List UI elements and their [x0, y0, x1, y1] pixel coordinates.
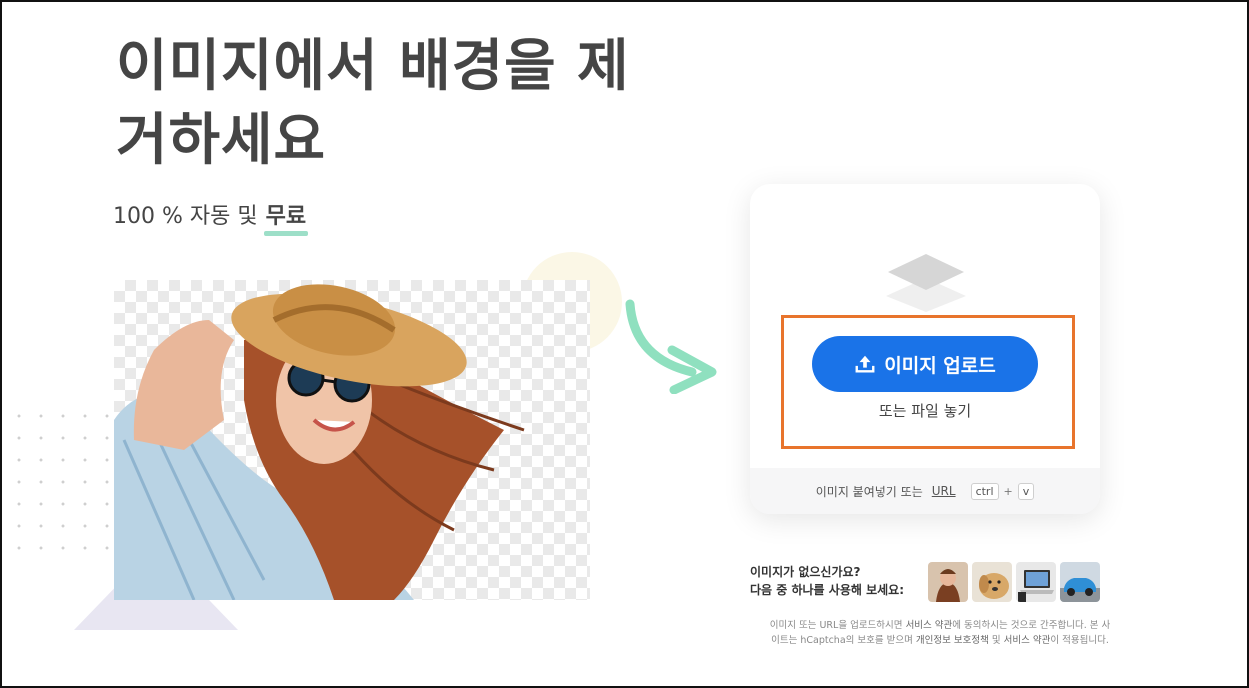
legal-line-2-a: 이트는 hCaptcha의 보호를 받으며 [771, 635, 913, 646]
no-image-prompt: 이미지가 없으신가요? 다음 중 하나를 사용해 보세요: [750, 563, 904, 599]
drop-file-text: 또는 파일 놓기 [878, 402, 972, 420]
paste-url-link[interactable]: URL [932, 484, 956, 498]
ctrl-key: ctrl [970, 482, 999, 500]
sample-car-thumbnail[interactable] [1060, 562, 1100, 602]
subtitle-text: 100 % 자동 및 [113, 204, 258, 229]
subtitle-free-emphasis: 무료 [263, 198, 309, 236]
layers-icon [886, 254, 966, 312]
sample-dog-thumbnail[interactable] [972, 562, 1012, 602]
privacy-policy-link[interactable]: 개인정보 보호정책 [916, 635, 989, 646]
paste-hint-text: 이미지 붙여넣기 또는 [815, 484, 923, 499]
no-image-line-2: 다음 중 하나를 사용해 보세요: [750, 583, 904, 597]
upload-icon [855, 355, 875, 373]
terms-link-1[interactable]: 서비스 약관 [906, 620, 953, 631]
title-line-2: 거하세요 [116, 108, 327, 173]
terms-link-2[interactable]: 서비스 약관 [1004, 635, 1051, 646]
hero-subtitle: 100 % 자동 및 무료 [113, 198, 309, 236]
legal-line-2-c: 및 [991, 635, 1001, 646]
legal-notice: 이미지 또는 URL을 업로드하시면 서비스 약관에 동의하시는 것으로 간주합… [750, 618, 1130, 648]
legal-line-2-e: 이 적용됩니다. [1050, 635, 1109, 646]
title-line-1: 이미지에서 배경을 제 [116, 34, 630, 99]
v-key: v [1017, 482, 1035, 500]
paste-hint-bar: 이미지 붙여넣기 또는 URL ctrl + v [750, 468, 1100, 514]
upload-card[interactable]: 이미지 업로드 또는 파일 놓기 이미지 붙여넣기 또는 URL ctrl + … [750, 184, 1100, 514]
no-image-line-1: 이미지가 없으신가요? [750, 565, 861, 579]
arrow-decoration [625, 299, 717, 394]
upload-button-label: 이미지 업로드 [884, 354, 996, 377]
legal-line-1-c: 에 동의하시는 것으로 간주합니다. 본 사 [952, 620, 1111, 631]
upload-image-button[interactable]: 이미지 업로드 [812, 336, 1038, 392]
page-title: 이미지에서 배경을 제 거하세요 [116, 30, 716, 178]
legal-line-1-a: 이미지 또는 URL을 업로드하시면 [769, 620, 903, 631]
sample-woman-thumbnail[interactable] [928, 562, 968, 602]
sample-laptop-thumbnail[interactable] [1016, 562, 1056, 602]
sample-person-image [114, 284, 525, 600]
sample-images [928, 562, 1100, 602]
plus-sign: + [1003, 484, 1013, 498]
dot-pattern-decoration [8, 405, 116, 555]
